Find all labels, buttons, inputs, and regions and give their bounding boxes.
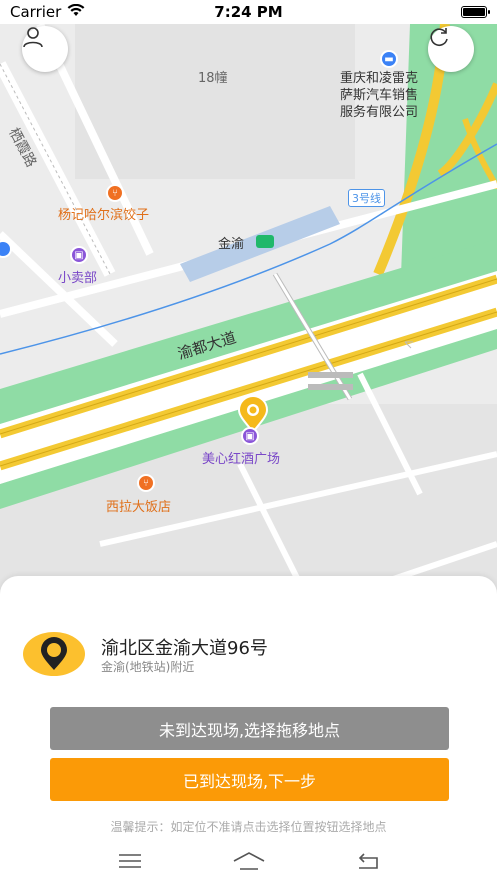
- map-canvas: [0, 24, 497, 624]
- user-icon: [23, 27, 43, 48]
- status-bar: Carrier 7:24 PM: [0, 0, 497, 24]
- metro-line-label: 3号线: [348, 189, 385, 207]
- company-label[interactable]: 重庆和凌雷克 萨斯汽车销售 服务有限公司: [340, 70, 418, 121]
- plaza-icon[interactable]: ▣: [241, 427, 259, 445]
- home-icon[interactable]: [229, 849, 269, 873]
- metro-icon[interactable]: [256, 235, 274, 248]
- location-marker-icon: [23, 632, 85, 676]
- arrived-next-button[interactable]: 已到达现场,下一步: [50, 758, 449, 801]
- back-icon[interactable]: [348, 849, 388, 873]
- address-subtitle: 金渝(地铁站)附近: [101, 660, 195, 674]
- restaurant-label[interactable]: 西拉大饭店: [106, 496, 171, 515]
- restaurant-icon[interactable]: ⑂: [137, 474, 155, 492]
- choose-location-button[interactable]: 未到达现场,选择拖移地点: [50, 707, 449, 750]
- shop-icon[interactable]: ▣: [70, 246, 88, 264]
- restaurant-label[interactable]: 杨记哈尔滨饺子: [58, 204, 149, 223]
- menu-icon[interactable]: [110, 849, 150, 873]
- battery-icon: [461, 6, 490, 18]
- refresh-button[interactable]: [428, 26, 474, 72]
- tip-text: 温馨提示：如定位不准请点击选择位置按钮选择地点: [110, 820, 387, 834]
- restaurant-icon[interactable]: ⑂: [106, 184, 124, 202]
- system-nav-bar: [0, 844, 497, 878]
- car-dealer-icon[interactable]: ▬: [380, 50, 398, 68]
- shop-label[interactable]: 小卖部: [58, 267, 97, 286]
- station-label[interactable]: 金渝: [218, 233, 244, 252]
- refresh-icon: [430, 28, 448, 46]
- building-label: 18幢: [198, 71, 228, 86]
- location-sheet: 渝北区金渝大道96号 金渝(地铁站)附近 未到达现场,选择拖移地点 已到达现场,…: [0, 576, 497, 883]
- address-title: 渝北区金渝大道96号: [101, 638, 268, 659]
- plaza-label[interactable]: 美心红酒广场: [202, 448, 280, 467]
- wifi-icon: [67, 3, 85, 21]
- carrier-label: Carrier: [10, 3, 62, 21]
- map-view[interactable]: 18幢 ▬ 重庆和凌雷克 萨斯汽车销售 服务有限公司 栖霞路 3号线 ⑂ 杨记哈…: [0, 24, 497, 624]
- profile-button[interactable]: [22, 26, 68, 72]
